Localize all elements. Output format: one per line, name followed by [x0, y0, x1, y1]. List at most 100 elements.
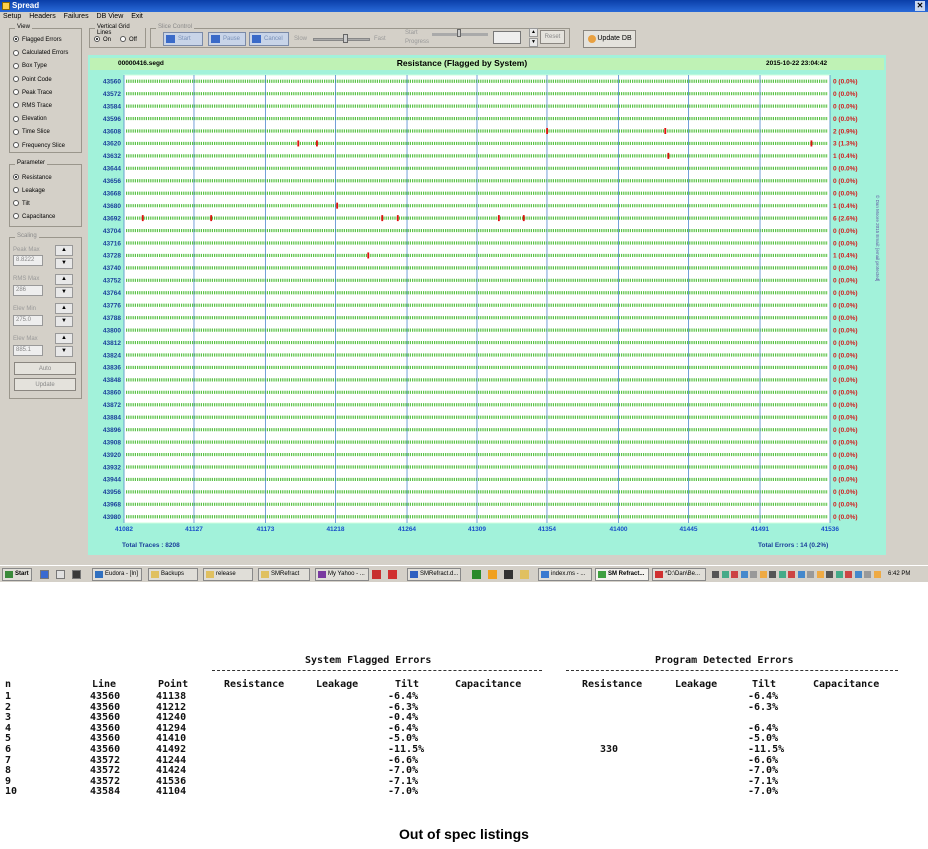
task-index[interactable]: index.ms - ... — [538, 568, 592, 581]
vgrid-off-radio[interactable]: Off — [120, 36, 137, 44]
menu-failures[interactable]: Failures — [64, 13, 89, 20]
view-time-slice-radio[interactable]: Time Slice — [13, 128, 50, 136]
auto-button[interactable]: Auto — [14, 362, 76, 375]
quick-launch-icon[interactable] — [40, 570, 49, 579]
system-tray-icon[interactable] — [750, 571, 757, 578]
error-mark[interactable] — [497, 215, 500, 222]
system-tray-icon[interactable] — [826, 571, 833, 578]
error-mark[interactable] — [667, 152, 670, 159]
tray-app-icon[interactable] — [520, 570, 529, 579]
start-up[interactable]: ▲ — [529, 28, 538, 37]
elev-max-up[interactable]: ▲ — [55, 333, 73, 344]
error-mark[interactable] — [210, 215, 213, 222]
elev-max-input[interactable]: 885.1 — [13, 345, 43, 356]
view-calculated-errors-radio[interactable]: Calculated Errors — [13, 49, 68, 57]
elev-min-up[interactable]: ▲ — [55, 303, 73, 314]
view-box-type-radio[interactable]: Box Type — [13, 62, 47, 70]
view-frequency-slice-radio[interactable]: Frequency Slice — [13, 142, 65, 150]
view-rms-trace-radio[interactable]: RMS Trace — [13, 102, 52, 110]
task-yahoo[interactable]: My Yahoo - ... — [315, 568, 369, 581]
view-elevation-radio[interactable]: Elevation — [13, 115, 47, 123]
parameter-leakage-radio[interactable]: Leakage — [13, 187, 45, 195]
elev-min-input[interactable]: 275.0 — [13, 315, 43, 326]
menu-headers[interactable]: Headers — [29, 13, 55, 20]
rms-max-up[interactable]: ▲ — [55, 274, 73, 285]
error-mark[interactable] — [664, 128, 667, 134]
peak-max-down[interactable]: ▼ — [55, 258, 73, 269]
task-dan-be[interactable]: *D:\Dan\Be... — [652, 568, 706, 581]
error-mark[interactable] — [381, 215, 384, 222]
slice-start-button[interactable]: Start — [163, 32, 203, 46]
error-mark[interactable] — [336, 202, 339, 209]
system-tray-icon[interactable] — [721, 571, 729, 578]
menu-setup[interactable]: Setup — [3, 13, 21, 20]
system-tray-icon[interactable] — [816, 571, 824, 578]
system-tray-icon[interactable] — [740, 571, 748, 578]
speed-slider-thumb[interactable] — [343, 34, 348, 43]
error-mark[interactable] — [316, 140, 318, 147]
error-mark[interactable] — [546, 128, 548, 134]
menu-exit[interactable]: Exit — [131, 13, 143, 20]
peak-max-up[interactable]: ▲ — [55, 245, 73, 256]
system-tray-icon[interactable] — [759, 571, 767, 578]
task-eudora[interactable]: Eudora - [In] — [92, 568, 142, 581]
quick-launch-icon[interactable] — [72, 570, 81, 579]
menu-db-view[interactable]: DB View — [97, 13, 124, 20]
view-point-code-radio[interactable]: Point Code — [13, 76, 52, 84]
system-tray-icon[interactable] — [769, 571, 776, 578]
slice-pause-button[interactable]: Pause — [208, 32, 246, 46]
parameter-capacitance-radio[interactable]: Capacitance — [13, 213, 55, 221]
system-tray-icon[interactable] — [797, 571, 805, 578]
system-tray-icon[interactable] — [835, 571, 843, 578]
start-value-input[interactable] — [493, 31, 521, 44]
system-tray-icon[interactable] — [807, 571, 814, 578]
error-mark[interactable] — [522, 215, 525, 222]
elev-max-down[interactable]: ▼ — [55, 346, 73, 357]
update-button[interactable]: Update — [14, 378, 76, 391]
start-button[interactable]: Start — [2, 568, 32, 581]
elev-min-down[interactable]: ▼ — [55, 316, 73, 327]
rms-max-down[interactable]: ▼ — [55, 287, 73, 298]
reset-button[interactable]: Reset — [540, 30, 565, 44]
error-mark[interactable] — [810, 140, 813, 147]
view-flagged-errors-radio[interactable]: Flagged Errors — [13, 36, 62, 44]
tray-app-icon[interactable] — [488, 570, 497, 579]
system-tray-icon[interactable] — [845, 571, 852, 578]
speed-slider[interactable] — [313, 38, 370, 41]
parameter-tilt-radio[interactable]: Tilt — [13, 200, 30, 208]
system-tray-icon[interactable] — [873, 571, 881, 578]
quick-launch-icon[interactable] — [56, 570, 65, 579]
task-smrefract[interactable]: SMRefract — [258, 568, 310, 581]
system-tray-icon[interactable] — [854, 571, 862, 578]
parameter-resistance-radio[interactable]: Resistance — [13, 174, 52, 182]
slice-cancel-button[interactable]: Cancel — [249, 32, 289, 46]
row-label: 43680 — [103, 203, 121, 210]
system-tray-icon[interactable] — [864, 571, 871, 578]
task-release[interactable]: release — [203, 568, 253, 581]
close-icon[interactable]: ✕ — [915, 1, 925, 11]
x-tick-label: 41536 — [821, 526, 839, 533]
update-db-button[interactable]: Update DB — [583, 30, 636, 48]
rms-max-input[interactable]: 286 — [13, 285, 43, 296]
error-mark[interactable] — [141, 215, 144, 222]
system-tray-icon[interactable] — [788, 571, 795, 578]
task-backups[interactable]: Backups — [148, 568, 198, 581]
view-peak-trace-radio[interactable]: Peak Trace — [13, 89, 52, 97]
start-down[interactable]: ▼ — [529, 38, 538, 47]
vgrid-on-radio[interactable]: On — [94, 36, 111, 44]
task-smrefract-doc[interactable]: SMRefract.d... — [407, 568, 461, 581]
system-tray-icon[interactable] — [712, 571, 719, 578]
tray-app-icon[interactable] — [372, 570, 381, 579]
tray-app-icon[interactable] — [504, 570, 513, 579]
system-tray-icon[interactable] — [731, 571, 738, 578]
error-mark[interactable] — [297, 140, 300, 147]
task-sm-refract[interactable]: SM Refract... — [595, 568, 649, 581]
tray-app-icon[interactable] — [472, 570, 481, 579]
error-mark[interactable] — [396, 215, 399, 222]
peak-max-input[interactable]: 8.8222 — [13, 255, 43, 266]
tray-app-icon[interactable] — [388, 570, 397, 579]
system-tray-icon[interactable] — [778, 571, 786, 578]
start-slider-thumb[interactable] — [457, 29, 461, 37]
error-mark[interactable] — [367, 252, 370, 259]
listing-cell: -6.3% — [748, 701, 779, 713]
